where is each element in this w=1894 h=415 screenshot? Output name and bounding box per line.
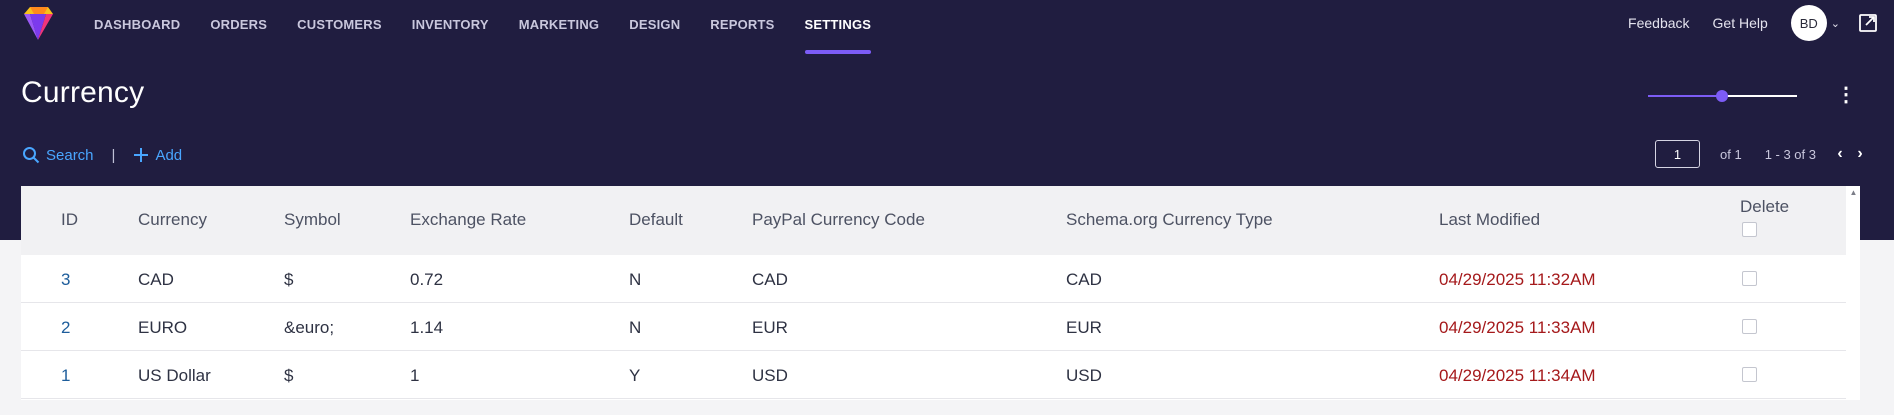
record-range-label: 1 - 3 of 3 xyxy=(1764,146,1816,162)
cell-currency: CAD xyxy=(138,270,174,289)
external-link-icon[interactable] xyxy=(1858,13,1878,33)
row-id-link[interactable]: 2 xyxy=(61,318,70,338)
cell-symbol: $ xyxy=(284,366,294,385)
row-delete-checkbox[interactable] xyxy=(1742,319,1757,334)
list-toolbar: Search | Add xyxy=(22,146,182,164)
row-delete-checkbox[interactable] xyxy=(1742,367,1757,382)
chevron-right-icon[interactable]: › xyxy=(1850,145,1870,163)
chevron-down-icon[interactable]: ⌄ xyxy=(1831,17,1840,30)
nav-orders[interactable]: ORDERS xyxy=(210,0,267,54)
table-row: 2 EURO &euro; 1.14 N EUR EUR 04/29/2025 … xyxy=(21,303,1846,351)
cell-last-modified: 04/29/2025 11:34AM xyxy=(1439,366,1596,385)
cell-currency: EURO xyxy=(138,318,188,337)
plus-icon xyxy=(134,148,149,162)
scroll-up-arrow[interactable]: ▲ xyxy=(1847,188,1860,198)
cell-currency: US Dollar xyxy=(138,366,211,385)
table-row: 1 US Dollar $ 1 Y USD USD 04/29/2025 11:… xyxy=(21,351,1846,399)
cell-schema-type: USD xyxy=(1066,366,1102,385)
slider-track-filled xyxy=(1648,95,1722,97)
cell-schema-type: EUR xyxy=(1066,318,1102,337)
brand-logo-icon[interactable] xyxy=(20,6,56,42)
col-header-delete: Delete xyxy=(1740,197,1790,216)
page-title: Currency xyxy=(21,76,145,109)
toolbar-divider: | xyxy=(111,146,116,164)
add-button[interactable]: Add xyxy=(133,147,182,164)
table-row: 3 CAD $ 0.72 N CAD CAD 04/29/2025 11:32A… xyxy=(21,255,1846,303)
row-delete-checkbox[interactable] xyxy=(1742,271,1757,286)
cell-last-modified: 04/29/2025 11:32AM xyxy=(1439,270,1596,289)
feedback-link[interactable]: Feedback xyxy=(1628,15,1689,31)
user-avatar[interactable]: BD xyxy=(1790,5,1827,41)
row-id-link[interactable]: 1 xyxy=(61,366,70,386)
cell-default: N xyxy=(629,318,642,337)
nav-marketing[interactable]: MARKETING xyxy=(519,0,600,54)
nav-inventory[interactable]: INVENTORY xyxy=(412,0,489,54)
main-nav: DASHBOARD ORDERS CUSTOMERS INVENTORY MAR… xyxy=(94,0,901,54)
col-header-currency[interactable]: Currency xyxy=(138,210,207,230)
col-header-symbol[interactable]: Symbol xyxy=(284,210,341,230)
cell-paypal-code: EUR xyxy=(752,318,788,337)
cell-paypal-code: CAD xyxy=(752,270,788,289)
cell-schema-type: CAD xyxy=(1066,270,1102,289)
nav-customers[interactable]: CUSTOMERS xyxy=(297,0,382,54)
col-header-default[interactable]: Default xyxy=(629,210,683,230)
col-header-paypal-code[interactable]: PayPal Currency Code xyxy=(752,210,925,230)
cell-paypal-code: USD xyxy=(752,366,788,385)
cell-exchange-rate: 1.14 xyxy=(410,318,444,337)
add-label: Add xyxy=(155,146,183,164)
col-header-schema-type[interactable]: Schema.org Currency Type xyxy=(1066,210,1273,230)
slider-thumb[interactable] xyxy=(1716,90,1728,102)
page-number-input[interactable] xyxy=(1655,140,1700,168)
cell-symbol: $ xyxy=(284,270,294,289)
cell-default: N xyxy=(629,270,642,289)
cell-last-modified: 04/29/2025 11:33AM xyxy=(1439,318,1596,337)
nav-design[interactable]: DESIGN xyxy=(629,0,680,54)
cell-symbol: &euro; xyxy=(284,318,335,337)
get-help-link[interactable]: Get Help xyxy=(1713,15,1768,31)
search-button[interactable]: Search xyxy=(22,146,94,164)
cell-default: Y xyxy=(629,366,641,385)
col-header-last-modified[interactable]: Last Modified xyxy=(1439,210,1540,230)
density-slider[interactable] xyxy=(1648,88,1797,104)
col-header-exchange-rate[interactable]: Exchange Rate xyxy=(410,210,526,230)
nav-dashboard[interactable]: DASHBOARD xyxy=(94,0,180,54)
row-id-link[interactable]: 3 xyxy=(61,270,70,290)
search-icon xyxy=(23,147,40,164)
page-count-label: of 1 xyxy=(1720,146,1742,162)
nav-settings[interactable]: SETTINGS xyxy=(804,0,872,54)
table-header: ID Currency Symbol Exchange Rate Default… xyxy=(21,186,1846,255)
cell-exchange-rate: 1 xyxy=(410,366,420,385)
currency-table: ID Currency Symbol Exchange Rate Default… xyxy=(21,186,1860,400)
chevron-left-icon[interactable]: ‹ xyxy=(1830,145,1850,163)
kebab-menu-icon[interactable]: ⋮ xyxy=(1836,84,1856,106)
col-header-id[interactable]: ID xyxy=(61,210,78,230)
select-all-checkbox[interactable] xyxy=(1742,222,1757,237)
nav-reports[interactable]: REPORTS xyxy=(710,0,774,54)
search-label: Search xyxy=(46,146,94,164)
slider-track-empty xyxy=(1722,95,1797,97)
cell-exchange-rate: 0.72 xyxy=(410,270,444,289)
header-actions: Feedback Get Help BD ⌄ xyxy=(1628,0,1894,46)
pagination: of 1 1 - 3 of 3 ‹ › xyxy=(1655,140,1894,168)
